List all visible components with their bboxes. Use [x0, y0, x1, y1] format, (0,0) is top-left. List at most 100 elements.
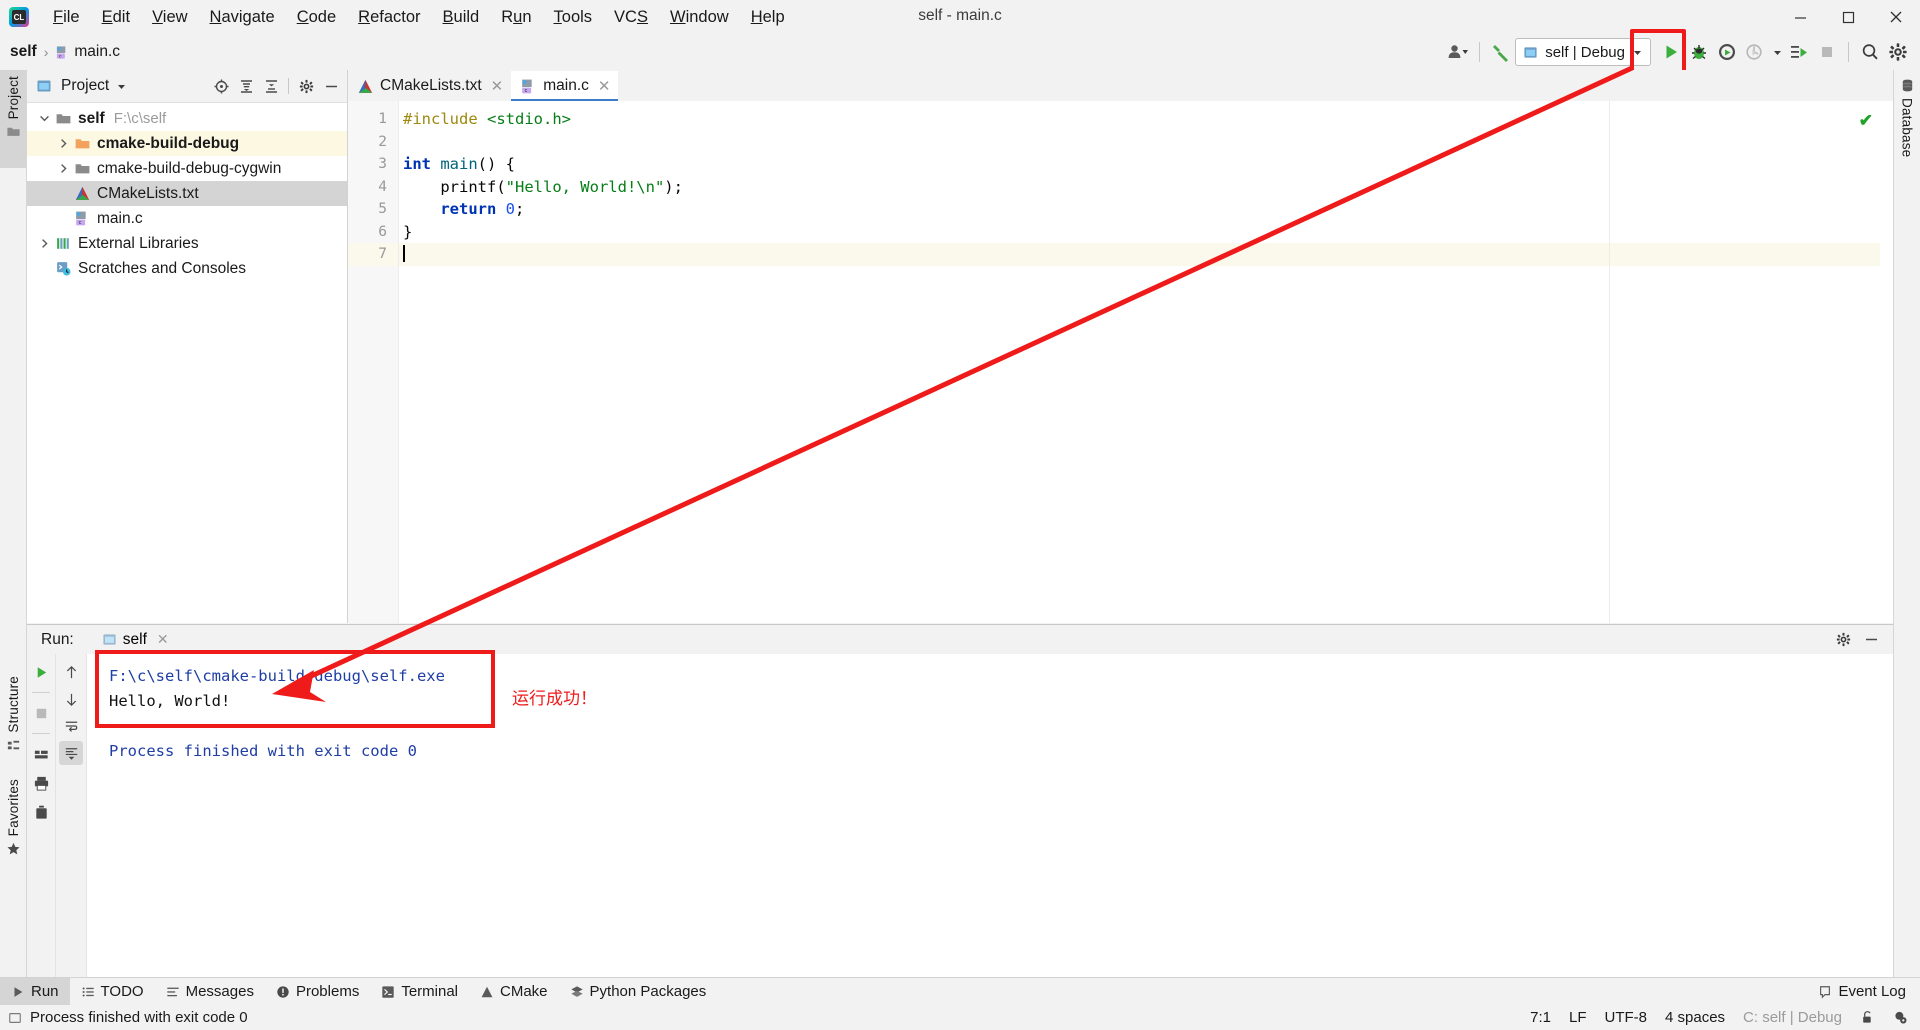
sidebar-item-project[interactable]: Project	[0, 70, 26, 168]
sidebar-item-structure[interactable]: Structure	[0, 670, 26, 776]
lock-icon[interactable]	[1860, 1010, 1875, 1025]
run-tab-self[interactable]: self ✕	[95, 625, 175, 655]
search-icon[interactable]	[1856, 38, 1884, 66]
tool-tab-terminal[interactable]: Terminal	[370, 978, 469, 1005]
close-icon[interactable]: ✕	[157, 631, 169, 648]
print-icon[interactable]	[29, 771, 53, 795]
menu-item-help[interactable]: Help	[740, 4, 796, 31]
tool-tab-messages[interactable]: Messages	[155, 978, 265, 1005]
breadcrumb-root[interactable]: self	[10, 43, 37, 61]
tree-item-cmake-build-debug[interactable]: cmake-build-debug	[27, 131, 347, 156]
editor-tab-cmakelists[interactable]: CMakeLists.txt ✕	[348, 71, 512, 101]
layout-icon[interactable]	[29, 742, 53, 766]
down-arrow-icon[interactable]	[59, 687, 83, 711]
inspection-settings-icon[interactable]	[1893, 1010, 1908, 1025]
chevron-expanded-icon[interactable]	[35, 113, 54, 124]
close-icon[interactable]: ✕	[491, 77, 504, 95]
run-tool-window: Run: self ✕ F:\c\self\cmake-build-debug\…	[27, 624, 1893, 988]
soft-wrap-icon[interactable]	[59, 714, 83, 738]
project-tool-window: Project self F:\c\self cmake-build-debug…	[27, 70, 348, 623]
editor-scrollbar[interactable]	[1880, 132, 1893, 623]
debug-icon[interactable]	[1685, 38, 1713, 66]
menu-item-navigate[interactable]: Navigate	[199, 4, 286, 31]
editor-tab-main-c[interactable]: c main.c ✕	[511, 71, 619, 102]
sidebar-item-database[interactable]: Database	[1894, 78, 1920, 188]
code-lines[interactable]: #include <stdio.h> int main() { printf("…	[399, 101, 1893, 623]
chevron-collapsed-icon[interactable]	[54, 138, 73, 149]
file-encoding[interactable]: UTF-8	[1605, 1009, 1648, 1026]
tool-tab-todo[interactable]: TODO	[70, 978, 155, 1005]
caret-position[interactable]: 7:1	[1530, 1009, 1551, 1026]
code-editor[interactable]: 1 2 3 4 5 6 7 #include <stdio.h> int mai…	[348, 101, 1893, 623]
menu-item-file[interactable]: File	[42, 4, 91, 31]
menu-item-code[interactable]: Code	[286, 4, 347, 31]
tool-tab-label: Terminal	[401, 983, 459, 1000]
settings-icon[interactable]	[1831, 628, 1855, 652]
close-icon[interactable]: ✕	[598, 77, 611, 95]
menu-item-view[interactable]: View	[141, 4, 198, 31]
menu-item-run[interactable]: Run	[490, 4, 542, 31]
tree-item-external-libraries[interactable]: External Libraries	[27, 231, 347, 256]
breadcrumb-leaf[interactable]: main.c	[74, 43, 120, 61]
collapse-all-icon[interactable]	[259, 74, 283, 98]
run-configuration-selector[interactable]: self | Debug	[1515, 38, 1651, 66]
window-title: self - main.c	[918, 7, 1002, 24]
sidebar-item-favorites[interactable]: Favorites	[0, 773, 26, 879]
build-config[interactable]: C: self | Debug	[1743, 1009, 1842, 1026]
scratches-icon	[54, 260, 72, 278]
menu-item-build[interactable]: Build	[432, 4, 491, 31]
profiler-dropdown-icon[interactable]	[1769, 38, 1785, 66]
stop-icon[interactable]	[1813, 38, 1841, 66]
chevron-collapsed-icon[interactable]	[54, 163, 73, 174]
indent-setting[interactable]: 4 spaces	[1665, 1009, 1725, 1026]
scroll-end-icon[interactable]	[59, 741, 83, 765]
build-hammer-icon[interactable]	[1487, 38, 1515, 66]
tool-tab-cmake[interactable]: CMake	[469, 978, 559, 1005]
menu-item-edit[interactable]: Edit	[91, 4, 141, 31]
tree-item-scratches-and-consoles[interactable]: Scratches and Consoles	[27, 256, 347, 281]
coverage-icon[interactable]	[1713, 38, 1741, 66]
settings-icon[interactable]	[1884, 38, 1912, 66]
run-console-output[interactable]: F:\c\self\cmake-build-debug\self.exe Hel…	[87, 654, 1893, 988]
chevron-down-icon[interactable]	[116, 81, 127, 92]
hide-icon[interactable]	[1859, 628, 1883, 652]
event-log-button[interactable]: Event Log	[1818, 983, 1920, 1000]
hide-icon[interactable]	[319, 74, 343, 98]
clion-ide-window: CL File Edit View Navigate Code Refactor…	[0, 0, 1920, 1030]
stop-icon[interactable]	[29, 701, 53, 725]
line-number-gutter: 1 2 3 4 5 6 7	[348, 101, 399, 623]
tool-tab-label: Messages	[185, 983, 254, 1000]
menu-item-refactor[interactable]: Refactor	[347, 4, 431, 31]
maximize-icon[interactable]	[1824, 0, 1872, 34]
tool-tab-problems[interactable]: Problems	[265, 978, 370, 1005]
minimize-icon[interactable]	[1776, 0, 1824, 34]
close-icon[interactable]	[1872, 0, 1920, 34]
sidebar-label-database: Database	[1899, 98, 1915, 158]
run-icon[interactable]	[1657, 38, 1685, 66]
tool-tab-run[interactable]: Run	[0, 978, 70, 1005]
inspection-status-icon[interactable]: ✔	[1859, 111, 1873, 131]
profiler-icon[interactable]	[1741, 38, 1769, 66]
expand-all-icon[interactable]	[234, 74, 258, 98]
gear-icon[interactable]	[294, 74, 318, 98]
up-arrow-icon[interactable]	[59, 660, 83, 684]
project-tree: self F:\c\self cmake-build-debug cmake-b…	[27, 103, 347, 281]
account-icon[interactable]	[1444, 38, 1472, 66]
locate-icon[interactable]	[209, 74, 233, 98]
tree-item-self[interactable]: self F:\c\self	[27, 106, 347, 131]
tree-item-main-c[interactable]: c main.c	[27, 206, 347, 231]
menu-item-window[interactable]: Window	[659, 4, 740, 31]
code-token: ;	[515, 200, 525, 218]
tool-tab-label: TODO	[100, 983, 144, 1000]
menu-item-vcs[interactable]: VCS	[603, 4, 659, 31]
rerun-icon[interactable]	[29, 660, 53, 684]
tool-tab-python-packages[interactable]: Python Packages	[559, 978, 718, 1005]
chevron-collapsed-icon[interactable]	[35, 238, 54, 249]
menu-item-tools[interactable]: Tools	[543, 4, 604, 31]
line-separator[interactable]: LF	[1569, 1009, 1587, 1026]
tree-item-cmake-build-debug-cygwin[interactable]: cmake-build-debug-cygwin	[27, 156, 347, 181]
attach-icon[interactable]	[1785, 38, 1813, 66]
tree-item-cmakelists[interactable]: CMakeLists.txt	[27, 181, 347, 206]
trash-icon[interactable]	[29, 800, 53, 824]
line-number: 6	[378, 223, 387, 240]
